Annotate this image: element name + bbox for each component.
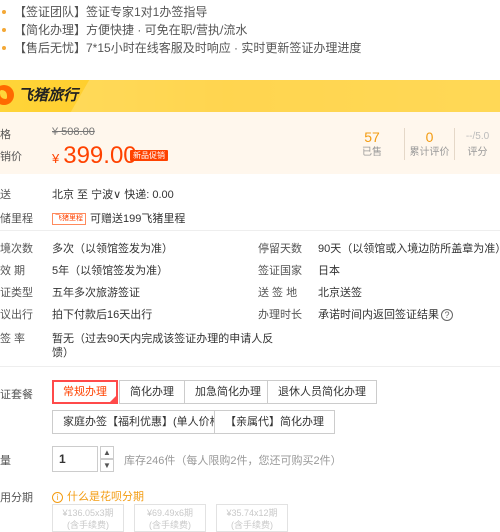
visa-type-label: 证类型	[0, 287, 33, 299]
installment-label: 用分期	[0, 492, 33, 504]
departure-label: 议出行	[0, 309, 33, 321]
bullet-icon	[2, 9, 6, 14]
promo-line: 【签证团队】签证专家1对1办签指导	[0, 2, 207, 22]
banner-stripe	[70, 80, 500, 112]
country-value: 日本	[318, 265, 340, 277]
reviews-count: 0	[425, 129, 434, 145]
promo-text: 【简化办理】方便快捷 · 可免在职/营执/流水	[14, 23, 248, 37]
submit-place-value: 北京送签	[318, 287, 362, 299]
refusal-value: 暂无（过去90天内完成该签证办理的申请人反	[52, 333, 274, 345]
rating-label: 评分	[467, 147, 488, 158]
currency-symbol: ¥	[52, 151, 60, 166]
duration-value: 承诺时间内返回签证结果?	[318, 306, 453, 322]
brand-name: 飞猪旅行	[18, 87, 79, 104]
validity-label: 效 期	[0, 265, 26, 277]
visa-type-value: 五年多次旅游签证	[52, 287, 140, 299]
package-option-regular[interactable]: 常规办理	[52, 380, 118, 404]
promo-text: 【签证团队】签证专家1对1办签指导	[14, 5, 208, 19]
miles-tag: 飞猪里程	[52, 213, 86, 226]
reviews-stat[interactable]: 0 累计评价	[404, 128, 454, 160]
help-icon[interactable]: ?	[441, 309, 453, 322]
installment-amount: ¥69.49x6期	[146, 508, 194, 518]
package-option-family[interactable]: 家庭办签【福利优惠】(单人价格)	[52, 410, 236, 434]
promo-line: 【售后无忧】7*15小时在线客服及时响应 · 实时更新签证办理进度	[0, 38, 361, 58]
sold-label: 已售	[362, 147, 382, 158]
rating-stat: --/5.0 评分	[454, 128, 500, 160]
quantity-input[interactable]: 1	[52, 446, 98, 472]
delivery-label: 送	[0, 189, 11, 201]
info-icon: i	[52, 491, 63, 503]
installment-option[interactable]: ¥69.49x6期 (含手续费)	[134, 504, 206, 532]
miles-label: 储里程	[0, 213, 33, 225]
package-option-relative[interactable]: 【亲属代】简化办理	[214, 410, 335, 434]
miles-value: 可赠送199飞猪里程	[90, 213, 186, 225]
installment-fee: (含手续费)	[149, 520, 191, 530]
sold-count: 57	[364, 129, 380, 145]
original-price-label: 格	[0, 129, 11, 141]
stock-text: 库存246件（每人限购2件，您还可购买2件）	[124, 455, 342, 467]
submit-place-label: 送 签 地	[258, 287, 298, 299]
stay-value: 90天（以领馆或入境边防所盖章为准）	[318, 243, 500, 255]
delivery-selector[interactable]: 北京 至 宁波∨ 快递: 0.00	[52, 186, 174, 202]
section-divider	[0, 366, 500, 367]
quantity-label: 量	[0, 455, 11, 467]
miles-info: 飞猪里程 可赠送199飞猪里程	[52, 210, 185, 226]
quantity-up-icon[interactable]: ▲	[100, 446, 114, 459]
installment-option[interactable]: ¥35.74x12期 (含手续费)	[216, 504, 288, 532]
promo-text: 【售后无忧】7*15小时在线客服及时响应 · 实时更新签证办理进度	[14, 41, 362, 55]
section-divider	[0, 230, 500, 231]
quantity-down-icon[interactable]: ▼	[100, 459, 114, 472]
package-option-urgent[interactable]: 加急简化办理	[184, 380, 272, 404]
promo-badge: 新品促销	[130, 150, 168, 161]
refusal-value-cont: 馈）	[52, 347, 74, 359]
brand-banner: 飞猪旅行	[0, 80, 500, 112]
installment-link-text: 什么是花呗分期	[67, 491, 144, 503]
entries-label: 境次数	[0, 243, 33, 255]
installment-amount: ¥35.74x12期	[226, 508, 278, 518]
price-box: 格 ¥ 508.00 销价 ¥399.00 新品促销 57 已售 0 累计评价 …	[0, 112, 500, 174]
stay-label: 停留天数	[258, 243, 302, 255]
bullet-icon	[2, 27, 6, 32]
package-option-simplified[interactable]: 简化办理	[119, 380, 185, 404]
installment-fee: (含手续费)	[231, 520, 273, 530]
sold-stat: 57 已售	[340, 128, 404, 160]
duration-label: 办理时长	[258, 309, 302, 321]
sales-stats: 57 已售 0 累计评价 --/5.0 评分	[340, 128, 500, 164]
installment-link[interactable]: i 什么是花呗分期	[52, 488, 144, 504]
refusal-label: 签 率	[0, 333, 26, 345]
installment-amount: ¥136.05x3期	[62, 508, 114, 518]
duration-text: 承诺时间内返回签证结果	[318, 309, 439, 321]
installment-fee: (含手续费)	[67, 520, 109, 530]
promo-line: 【简化办理】方便快捷 · 可免在职/营执/流水	[0, 20, 247, 40]
package-option-retiree[interactable]: 退休人员简化办理	[267, 380, 377, 404]
rating-value: --/5.0	[465, 131, 490, 142]
promo-price-label: 销价	[0, 151, 22, 163]
package-label: 证套餐	[0, 389, 33, 401]
installment-option[interactable]: ¥136.05x3期 (含手续费)	[52, 504, 124, 532]
current-price: ¥399.00	[52, 142, 137, 170]
original-price: ¥ 508.00	[52, 126, 95, 138]
departure-value: 拍下付款后16天出行	[52, 309, 153, 321]
country-label: 签证国家	[258, 265, 302, 277]
current-price-value: 399.00	[63, 142, 137, 169]
bullet-icon	[2, 45, 6, 50]
validity-value: 5年（以领馆签发为准）	[52, 265, 169, 277]
promo-highlights: 【签证团队】签证专家1对1办签指导 【简化办理】方便快捷 · 可免在职/营执/流…	[0, 0, 500, 62]
entries-value: 多次（以领馆签发为准）	[52, 243, 173, 255]
reviews-label: 累计评价	[409, 147, 450, 158]
